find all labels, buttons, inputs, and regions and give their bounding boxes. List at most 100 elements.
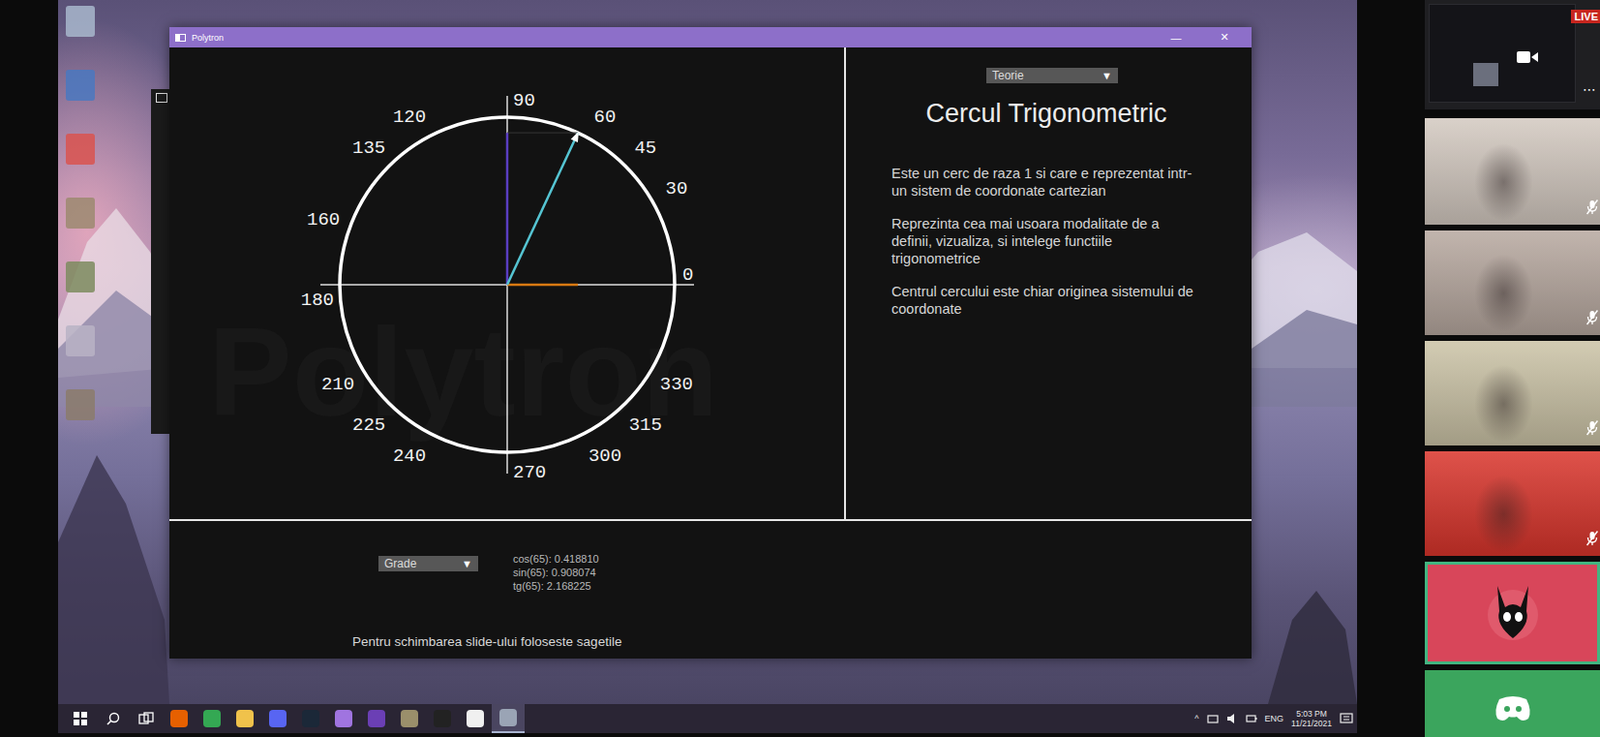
angle-label: 135 [352, 137, 386, 159]
angle-label: 315 [629, 414, 663, 436]
dropdown-value: Teorie [992, 68, 1025, 83]
participant-view [1424, 340, 1600, 446]
desktop-shortcut-icon[interactable] [65, 69, 95, 101]
trig-value: sin(65): 0.908074 [513, 566, 600, 580]
participant-tile[interactable] [1424, 230, 1600, 335]
live-badge: LIVE [1570, 9, 1600, 24]
system-tray: ^ ENG 5:03 PM11/21/2021 [1194, 708, 1354, 728]
participant-view [1424, 451, 1600, 556]
angle-label: 270 [513, 461, 546, 484]
participant-tile[interactable] [1424, 561, 1600, 665]
desktop-shortcut-icon[interactable] [65, 5, 95, 37]
angle-label: 225 [352, 414, 386, 436]
taskbar-app[interactable] [392, 703, 426, 733]
participant-view [1424, 118, 1600, 225]
taskbar-app[interactable] [228, 703, 262, 733]
participant-view [1424, 230, 1600, 335]
participant-tile[interactable] [1424, 118, 1600, 225]
app-icon [269, 709, 287, 727]
participant-tile[interactable] [1424, 669, 1600, 737]
projection-line [507, 132, 578, 134]
thumbnail-window [1473, 62, 1499, 87]
angle-label: 90 [513, 90, 536, 112]
speaking-indicator [1424, 340, 1600, 446]
arrowhead-icon [571, 130, 579, 143]
speaking-indicator [1424, 118, 1600, 225]
app-icon [334, 709, 353, 727]
unit-circle [339, 117, 675, 453]
close-button[interactable]: ✕ [1203, 30, 1246, 44]
angle-label: 210 [321, 373, 355, 395]
taskbar-app[interactable] [294, 703, 328, 733]
theory-text: Este un cerc de raza 1 si care e repreze… [891, 165, 1202, 319]
task-view-button[interactable] [129, 703, 163, 733]
section-dropdown[interactable]: Teorie ▼ [986, 67, 1118, 84]
taskbar-app[interactable] [195, 703, 229, 733]
app-icon [466, 709, 484, 727]
participant-view [1424, 669, 1600, 737]
desktop-shortcut-icon[interactable] [65, 261, 95, 293]
taskbar-app[interactable] [360, 703, 393, 733]
search-button[interactable] [96, 703, 130, 733]
language-indicator[interactable]: ENG [1265, 713, 1285, 724]
desktop-shortcut-icon[interactable] [65, 133, 95, 165]
muted-mic-icon [1586, 530, 1599, 546]
dropdown-arrow-icon: ▼ [1101, 69, 1113, 82]
speaker-icon [1226, 712, 1238, 725]
minimize-button[interactable]: — [1154, 31, 1198, 44]
angle-label: 30 [665, 178, 689, 200]
speaking-indicator [1424, 451, 1600, 556]
angle-label: 330 [660, 373, 694, 395]
muted-mic-icon [1586, 199, 1599, 215]
app-icon [203, 709, 221, 727]
clock[interactable]: 5:03 PM11/21/2021 [1291, 708, 1332, 728]
angle-label: 160 [306, 209, 340, 231]
speaking-indicator [1424, 669, 1600, 737]
desktop-shortcut-icon[interactable] [65, 389, 95, 421]
windows-icon [73, 711, 88, 725]
values-row: Grade ▼ cos(65): 0.418810sin(65): 0.908074… [169, 520, 1252, 593]
unit-dropdown[interactable]: Grade ▼ [378, 555, 479, 572]
angle-label: 0 [682, 264, 694, 286]
shared-desktop: Polytron—✕Polytron9060453003303153002702… [58, 0, 1358, 733]
screen-share-thumbnail[interactable]: LIVE ⋯ [1424, 0, 1600, 110]
app-icon [400, 709, 419, 727]
start-button[interactable] [63, 703, 97, 733]
app-body: Polytron90604530033031530027024022521018… [169, 47, 1252, 659]
app-icon [236, 709, 254, 727]
angle-label: 240 [392, 445, 426, 467]
dropdown-arrow-icon: ▼ [461, 557, 473, 570]
app-icon [301, 709, 320, 727]
window-icon [155, 92, 168, 103]
call-sidebar: LIVE ⋯ [1424, 0, 1600, 737]
dropdown-value: Grade [384, 556, 417, 571]
taskbar-app[interactable] [491, 703, 525, 733]
avatar-logo-icon [1483, 581, 1542, 644]
theory-panel: Teorie ▼ Cercul Trigonometric Este un cerc … [845, 47, 1252, 521]
muted-mic-icon [1586, 420, 1599, 436]
desktop-shortcut-icon[interactable] [65, 325, 95, 357]
taskbar-app[interactable] [261, 703, 295, 733]
angle-label: 300 [588, 445, 622, 467]
trig-values: cos(65): 0.418810sin(65): 0.908074tg(65)… [513, 552, 600, 593]
desktop-icons [65, 5, 95, 421]
participant-tile[interactable] [1424, 340, 1600, 446]
app-icon [175, 33, 186, 42]
app-icon [499, 708, 517, 726]
tray-chevron[interactable]: ^ [1194, 713, 1199, 724]
taskbar-app[interactable] [425, 703, 459, 733]
trig-value: tg(65): 2.168225 [513, 579, 600, 594]
participant-tile[interactable] [1424, 451, 1600, 556]
slide-title: Cercul Trigonometric [891, 98, 1202, 129]
taskbar-app[interactable] [327, 703, 361, 733]
camera-icon[interactable] [1516, 50, 1539, 64]
taskbar-app[interactable] [162, 703, 196, 733]
circle-panel: Polytron90604530033031530027024022521018… [169, 47, 846, 521]
taskbar-app[interactable] [458, 703, 492, 733]
angle-label: 45 [633, 137, 657, 159]
desktop-shortcut-icon[interactable] [65, 197, 95, 229]
task-view-icon [138, 711, 154, 725]
speaking-indicator [1424, 230, 1600, 335]
sine-line [506, 132, 510, 285]
more-options[interactable]: ⋯ [1582, 81, 1597, 97]
